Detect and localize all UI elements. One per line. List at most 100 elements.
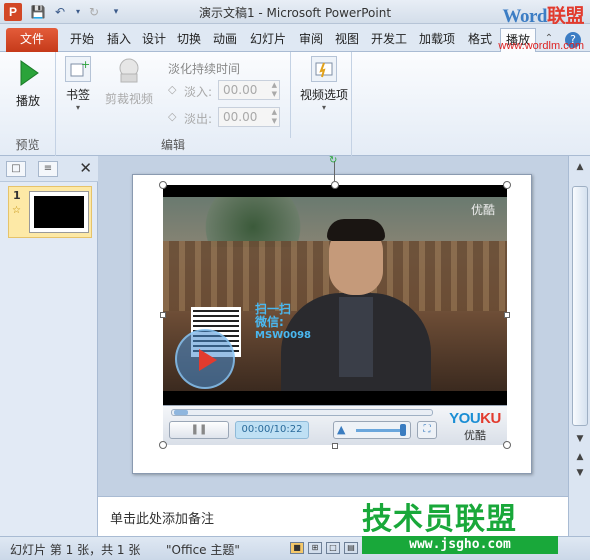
- trim-video-label: 剪裁视频: [104, 92, 153, 106]
- edit-group-label: 编辑: [160, 138, 185, 152]
- preview-group-label: 预览: [15, 138, 40, 152]
- video-options-label: 视频选项: [299, 88, 348, 102]
- selection-handle[interactable]: [159, 181, 167, 189]
- animation-star-icon: ☆: [12, 205, 21, 216]
- tab-format[interactable]: 格式: [462, 28, 498, 52]
- fade-out-value: 00.00: [223, 110, 258, 124]
- tab-insert[interactable]: 插入: [102, 28, 136, 52]
- bookmark-icon: +: [65, 56, 91, 82]
- fade-in-spinner-icon[interactable]: ▲ ▼: [272, 81, 277, 99]
- next-slide-icon[interactable]: ▼: [572, 466, 588, 480]
- svg-text:+: +: [81, 58, 90, 71]
- fade-out-icon: ◇: [168, 110, 177, 123]
- bookmark-button[interactable]: + 书签 ▾: [58, 56, 98, 112]
- slideshow-view-icon[interactable]: ▤: [344, 542, 358, 554]
- slide-number: 1: [13, 189, 21, 202]
- fade-in-value: 00.00: [223, 83, 258, 97]
- reading-view-icon[interactable]: □: [326, 542, 340, 554]
- tab-review[interactable]: 审阅: [294, 28, 328, 52]
- notes-placeholder: 单击此处添加备注: [110, 512, 215, 527]
- video-options-icon: [311, 56, 337, 82]
- tab-home[interactable]: 开始: [64, 28, 100, 52]
- previous-slide-icon[interactable]: ▲: [572, 450, 588, 464]
- bookmark-dropdown-icon: ▾: [75, 103, 80, 112]
- pause-button[interactable]: ❚❚: [169, 421, 229, 439]
- trim-video-button[interactable]: 剪裁视频: [102, 56, 156, 107]
- fade-in-label: 淡入:: [184, 85, 213, 99]
- selection-handle[interactable]: [159, 441, 167, 449]
- ribbon-playback: 播放 预览 + 书签 ▾ 剪裁视频 淡化持续时间 ◇ 淡入: 00.00 ▲▼: [0, 40, 590, 156]
- video-scene: 扫一扫 微信: MSW0098 优酷: [163, 197, 507, 391]
- play-label: 播放: [15, 94, 40, 108]
- seek-bar[interactable]: [171, 409, 433, 416]
- trim-video-icon: [113, 56, 145, 86]
- bookmark-label: 书签: [65, 88, 90, 102]
- scroll-up-icon[interactable]: ▲: [572, 160, 588, 174]
- outline-tab-icon[interactable]: ≡: [38, 161, 58, 177]
- jsgho-logo-watermark: 技术员联盟: [362, 502, 517, 537]
- selection-handle[interactable]: [503, 441, 511, 449]
- scrollbar-thumb[interactable]: [572, 186, 588, 426]
- play-icon: [12, 58, 44, 88]
- fade-duration-title: 淡化持续时间: [168, 62, 241, 76]
- video-control-bar: ❚❚ 00:00/10:22 ▲ ⛶ YOUKU 优酷: [163, 405, 507, 445]
- volume-bar[interactable]: [356, 429, 402, 432]
- tab-view[interactable]: 视图: [330, 28, 364, 52]
- jsgho-url-watermark: www.jsgho.com: [362, 536, 558, 554]
- tab-design[interactable]: 设计: [138, 28, 170, 52]
- video-options-button[interactable]: 视频选项 ▾: [296, 56, 352, 112]
- slides-pane-header: □ ≡ ✕: [0, 156, 98, 182]
- play-triangle-icon: [199, 349, 217, 371]
- fade-in-icon: ◇: [168, 83, 177, 96]
- normal-view-icon[interactable]: ■: [290, 542, 304, 554]
- scene-shirt: [339, 297, 373, 377]
- play-button[interactable]: 播放: [6, 58, 50, 109]
- slide-sorter-icon[interactable]: ⊞: [308, 542, 322, 554]
- fade-out-spinner-icon[interactable]: ▲ ▼: [272, 108, 277, 126]
- group-preview: 播放 预览: [0, 52, 56, 156]
- slides-pane: □ ≡ ✕ 1 ☆: [0, 156, 98, 536]
- fade-out-label: 淡出:: [184, 112, 213, 126]
- slide-thumbnail[interactable]: [29, 191, 89, 233]
- scene-hair: [327, 219, 385, 241]
- volume-knob[interactable]: [400, 424, 406, 436]
- scroll-down-icon[interactable]: ▼: [572, 432, 588, 446]
- title-bar: P 💾 ↶ ▾ ↻ ▾ 演示文稿1 - Microsoft PowerPoint…: [0, 0, 590, 27]
- tab-file[interactable]: 文件: [6, 28, 58, 52]
- tab-animations[interactable]: 动画: [208, 28, 242, 52]
- slides-tab-icon[interactable]: □: [6, 161, 26, 177]
- volume-control[interactable]: ▲: [333, 421, 411, 439]
- theme-name: "Office 主题": [166, 543, 240, 557]
- rotation-handle-icon[interactable]: ↻: [329, 155, 337, 166]
- ribbon-divider: [290, 52, 291, 138]
- slide-thumbnail-row[interactable]: 1 ☆: [8, 186, 92, 238]
- fade-in-field[interactable]: 00.00 ▲ ▼: [218, 80, 280, 100]
- close-icon[interactable]: ✕: [79, 159, 92, 177]
- selection-handle[interactable]: [503, 181, 511, 189]
- group-edit: + 书签 ▾ 剪裁视频 淡化持续时间 ◇ 淡入: 00.00 ▲ ▼ ◇ 淡出: …: [56, 52, 352, 156]
- selection-handle[interactable]: [331, 181, 339, 189]
- fade-out-field[interactable]: 00.00 ▲ ▼: [218, 107, 280, 127]
- fade-out-row: ◇ 淡出: 00.00 ▲ ▼: [168, 107, 280, 129]
- selection-handle[interactable]: [332, 443, 338, 449]
- seek-knob[interactable]: [174, 410, 188, 415]
- selection-handle[interactable]: [504, 312, 510, 318]
- tab-transitions[interactable]: 切换: [172, 28, 206, 52]
- fullscreen-icon[interactable]: ⛶: [417, 421, 437, 439]
- video-frame[interactable]: 扫一扫 微信: MSW0098 优酷: [163, 185, 507, 405]
- youku-watermark: 优酷: [470, 203, 495, 217]
- tab-developer[interactable]: 开发工: [366, 28, 412, 52]
- video-options-dropdown-icon: ▾: [321, 103, 326, 112]
- tab-addins[interactable]: 加载项: [414, 28, 460, 52]
- slide-editing-area: 扫一扫 微信: MSW0098 优酷 ❚❚ 00:00/10:22 ▲ ⛶ YO…: [98, 155, 568, 496]
- scene-tree: [193, 197, 313, 247]
- fade-in-row: ◇ 淡入: 00.00 ▲ ▼: [168, 80, 280, 102]
- selection-handle[interactable]: [160, 312, 166, 318]
- vertical-scrollbar[interactable]: ▲ ▼ ▲ ▼: [568, 156, 590, 536]
- youku-logo: YOUKU 优酷: [449, 410, 501, 442]
- scan-text: 扫一扫 微信: MSW0098: [255, 302, 312, 342]
- tab-slideshow[interactable]: 幻灯片: [244, 28, 292, 52]
- speaker-icon: ▲: [337, 423, 346, 436]
- slide-canvas[interactable]: 扫一扫 微信: MSW0098 优酷 ❚❚ 00:00/10:22 ▲ ⛶ YO…: [132, 155, 532, 474]
- window-title: 演示文稿1 - Microsoft PowerPoint: [198, 6, 392, 20]
